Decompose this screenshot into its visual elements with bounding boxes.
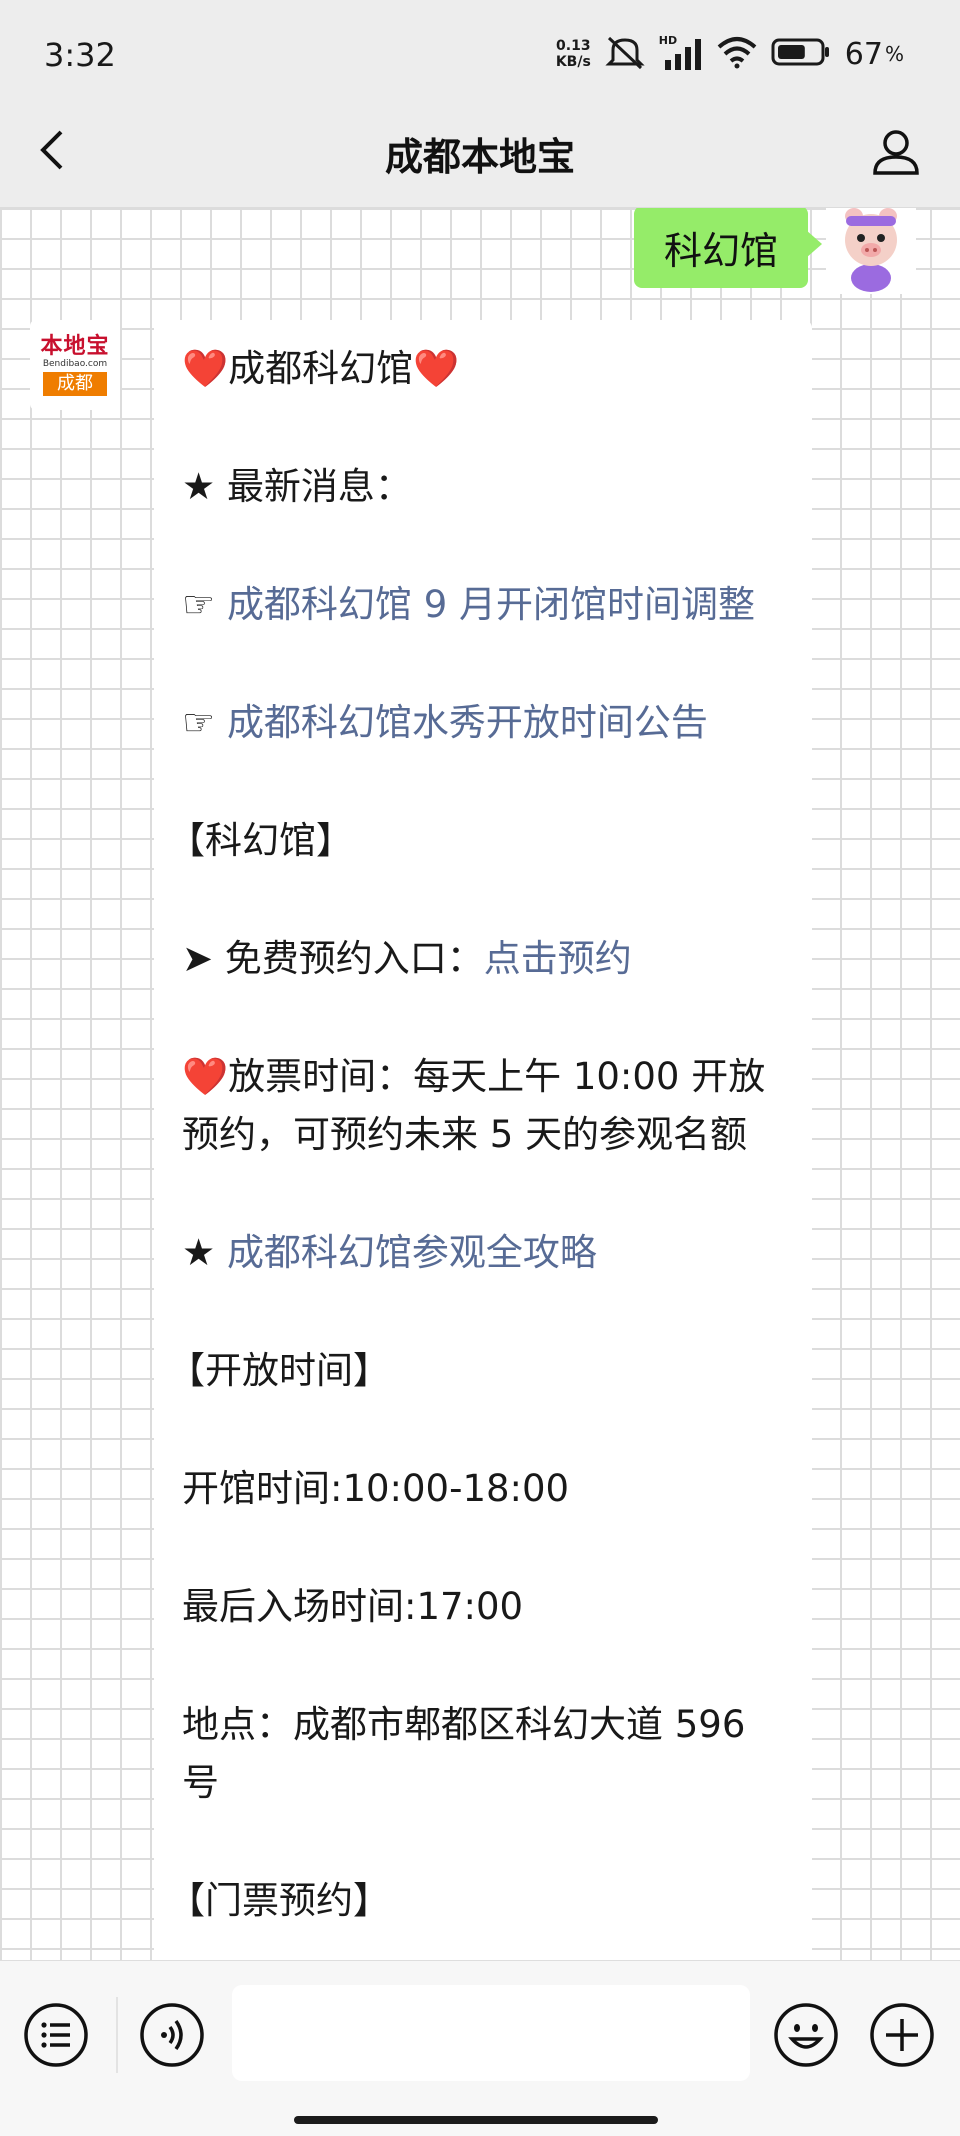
star-icon: ★ (182, 465, 227, 508)
wifi-icon (717, 35, 757, 73)
menu-button[interactable] (22, 2001, 90, 2069)
network-speed-unit: KB/s (555, 54, 591, 70)
message-line-link: ☞ 成都科幻馆 9 月开闭馆时间调整 (182, 576, 782, 634)
line-text: 成都科幻馆 (228, 347, 414, 390)
network-speed-value: 0.13 (556, 38, 591, 54)
plus-icon (870, 2003, 934, 2067)
battery-percent: 67 (844, 36, 883, 72)
link-hours-adjust[interactable]: 成都科幻馆 9 月开闭馆时间调整 (227, 583, 755, 626)
network-speed: 0.13 KB/s (556, 38, 591, 70)
logo-name: 本地宝 (40, 333, 110, 359)
star-icon: ★ (182, 1231, 227, 1274)
battery-icon (771, 37, 831, 71)
message-line-last-entry: 最后入场时间:17:00 (182, 1585, 524, 1628)
home-indicator[interactable] (294, 2116, 658, 2124)
heart-icon: ❤️ (413, 347, 460, 390)
pig-mascot-icon (826, 208, 916, 294)
pointing-hand-icon: ☞ (182, 583, 227, 626)
heart-icon: ❤️ (182, 1055, 229, 1098)
user-avatar[interactable] (826, 208, 916, 294)
line-text: 放票时间：每天上午 10:00 开放预约，可预约未来 5 天的参观名额 (182, 1055, 766, 1156)
line-text: 最新消息： (226, 465, 412, 508)
message-line-news: ★ 最新消息： (182, 458, 782, 516)
logo-domain: Bendibao.com (42, 359, 108, 369)
section-heading: 【科幻馆】 (168, 819, 353, 862)
status-time: 3:32 (44, 36, 116, 74)
list-menu-icon (24, 2003, 88, 2067)
message-line-title: ❤️成都科幻馆❤️ (182, 340, 782, 398)
chat-area[interactable]: 科幻馆 本地宝 Bendibao.com 成都 ❤️成都科幻馆❤️ ★ 最新消息… (0, 208, 960, 1960)
message-line-ticket-time: ❤️放票时间：每天上午 10:00 开放预约，可预约未来 5 天的参观名额 (182, 1048, 782, 1164)
logo-city: 成都 (43, 372, 107, 396)
user-message-text: 科幻馆 (663, 228, 778, 273)
smiley-icon (774, 2003, 838, 2067)
divider (116, 1997, 118, 2073)
pointing-hand-icon: ☞ (182, 701, 227, 744)
voice-icon (140, 2003, 204, 2067)
message-line-open-hours: 开馆时间:10:00-18:00 (182, 1467, 570, 1510)
person-icon (873, 130, 919, 175)
message-line-address: 地点：成都市郫都区科幻大道 596 号 (182, 1703, 746, 1804)
user-message-bubble[interactable]: 科幻馆 (633, 208, 823, 288)
message-line-link: ☞ 成都科幻馆水秀开放时间公告 (182, 694, 782, 752)
link-visit-guide[interactable]: 成都科幻馆参观全攻略 (227, 1231, 597, 1274)
top-bar: 3:32 0.13 KB/s HD 67 % 成都本地宝 (0, 0, 960, 208)
link-book-now[interactable]: 点击预约 (484, 937, 632, 980)
bot-message-bubble[interactable]: ❤️成都科幻馆❤️ ★ 最新消息： ☞ 成都科幻馆 9 月开闭馆时间调整 ☞ 成… (154, 320, 812, 1960)
voice-button[interactable] (138, 2001, 206, 2069)
plus-button[interactable] (868, 2001, 936, 2069)
section-heading: 【门票预约】 (168, 1879, 390, 1922)
link-water-show[interactable]: 成都科幻馆水秀开放时间公告 (227, 701, 708, 744)
bot-avatar[interactable]: 本地宝 Bendibao.com 成都 (30, 320, 120, 410)
input-bar (0, 1960, 960, 2136)
status-icons: 0.13 KB/s HD 67 % (556, 34, 904, 74)
battery-percent-symbol: % (884, 42, 904, 66)
section-heading: 【开放时间】 (168, 1349, 390, 1392)
message-line-booking: ➤ 免费预约入口：点击预约 (182, 930, 782, 988)
message-input[interactable] (232, 1985, 750, 2081)
heart-icon: ❤️ (182, 347, 229, 390)
emoji-button[interactable] (772, 2001, 840, 2069)
message-line-guide: ★ 成都科幻馆参观全攻略 (182, 1224, 782, 1282)
profile-button[interactable] (868, 124, 924, 180)
mute-icon (605, 34, 645, 74)
cellular-signal-icon: HD (659, 34, 703, 72)
page-title: 成都本地宝 (384, 135, 575, 179)
arrow-icon: ➤ (182, 937, 225, 980)
line-text: 免费预约入口： (224, 937, 484, 980)
